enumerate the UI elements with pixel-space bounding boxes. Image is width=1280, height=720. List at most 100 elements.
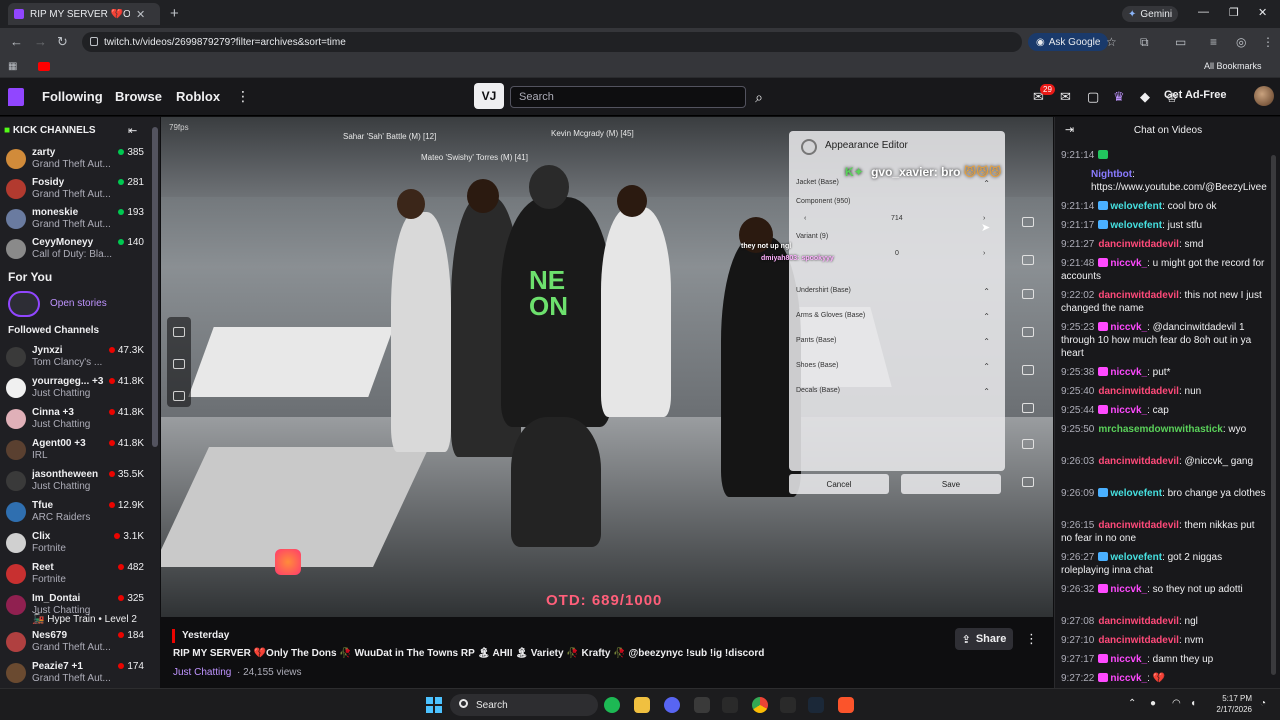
chat-username[interactable]: niccvk_ [1110, 405, 1147, 416]
category-icon[interactable] [1022, 289, 1034, 299]
search-input[interactable] [510, 86, 746, 108]
nav-roblox[interactable]: Roblox [176, 89, 220, 104]
url-bar[interactable]: twitch.tv/videos/2699879279?filter=archi… [82, 32, 1022, 52]
twitch-logo-icon[interactable] [8, 88, 24, 106]
editor-row-pants[interactable]: Pants (Base) ⌃ [796, 337, 996, 346]
followed-channel-item[interactable]: yourrageg... +3 Just Chatting 41.8K [0, 374, 160, 404]
file-explorer-icon[interactable] [634, 697, 650, 713]
editor-row-undershirt[interactable]: Undershirt (Base) ⌃ [796, 287, 996, 296]
kick-channel-item[interactable]: CeyyMoneyy Call of Duty: Bla... 140 [0, 235, 160, 265]
epic-games-icon[interactable] [722, 697, 738, 713]
followed-channel-item[interactable]: Peazie7 +1 Grand Theft Aut... 174 [0, 659, 160, 688]
chrome-icon[interactable] [752, 697, 768, 713]
kick-channel-item[interactable]: Fosidy Grand Theft Aut... 281 [0, 175, 160, 205]
get-ad-free-button[interactable]: Get Ad-Free [1164, 89, 1227, 101]
followed-channel-item[interactable]: jasontheween Just Chatting 35.5K [0, 467, 160, 497]
chat-username[interactable]: niccvk_ [1110, 584, 1147, 595]
apps-grid-icon[interactable]: ▦ [8, 61, 17, 72]
minimize-icon[interactable]: — [1198, 6, 1209, 18]
youtube-bookmark-icon[interactable] [38, 62, 50, 71]
chat-username[interactable]: dancinwitdadevil [1098, 616, 1179, 627]
editor-row-decals[interactable]: Decals (Base) ⌃ [796, 387, 996, 396]
followed-channel-item[interactable]: Tfue ARC Raiders 12.9K [0, 498, 160, 528]
chat-scrollbar[interactable] [1271, 155, 1276, 675]
followed-channel-item[interactable]: Jynxzi Tom Clancy's ... 47.3K [0, 343, 160, 373]
site-info-icon[interactable] [90, 37, 98, 46]
category-icon[interactable] [1022, 403, 1034, 413]
category-icon[interactable] [1022, 217, 1034, 227]
chat-username[interactable]: dancinwitdadevil [1098, 386, 1179, 397]
editor-row-arms[interactable]: Arms & Gloves (Base) ⌃ [796, 312, 996, 321]
kick-channel-item[interactable]: zarty Grand Theft Aut... 385 [0, 145, 160, 175]
chat-username[interactable]: welovefent [1110, 552, 1162, 563]
followed-channel-item[interactable]: Clix Fortnite 3.1K [0, 529, 160, 559]
editor-row-jacket[interactable]: Jacket (Base) ⌃ [796, 179, 996, 188]
chat-username[interactable]: dancinwitdadevil [1098, 520, 1179, 531]
chat-username[interactable]: dancinwitdadevil [1098, 290, 1179, 301]
chat-username[interactable]: welovefent [1110, 220, 1162, 231]
restore-icon[interactable]: ❐ [1229, 6, 1239, 19]
prime-loot-icon[interactable]: ♛ [1113, 89, 1125, 105]
tray-app-icon[interactable]: ● [1150, 698, 1156, 709]
nav-browse[interactable]: Browse [115, 89, 162, 104]
chat-username[interactable]: dancinwitdadevil [1098, 635, 1179, 646]
gemini-button[interactable]: ✦ Gemini [1122, 6, 1179, 22]
all-bookmarks-link[interactable]: All Bookmarks [1204, 61, 1262, 71]
bookmark-star-icon[interactable]: ☆ [1106, 35, 1117, 49]
bits-icon[interactable]: ◆ [1140, 89, 1150, 105]
app-icon[interactable] [694, 697, 710, 713]
notification-bell-icon[interactable]: ◔ [1260, 698, 1266, 709]
variant-next-icon[interactable]: › [983, 250, 985, 257]
brave-icon[interactable] [838, 697, 854, 713]
new-tab-icon[interactable]: + [170, 5, 179, 22]
category-icon[interactable] [1022, 327, 1034, 337]
category-icon[interactable] [1022, 365, 1034, 375]
category-link[interactable]: Just Chatting [173, 667, 231, 678]
chat-username[interactable]: Nightbot [1091, 169, 1132, 180]
activity-feed-icon[interactable]: ▢ [1087, 89, 1099, 105]
followed-channel-item[interactable]: Nes679 Grand Theft Aut... 184 [0, 628, 160, 658]
chat-username[interactable]: dancinwitdadevil [1098, 456, 1179, 467]
editor-row-shoes[interactable]: Shoes (Base) ⌃ [796, 362, 996, 371]
volume-icon[interactable]: ◖ [1190, 698, 1196, 709]
close-tab-icon[interactable]: ✕ [136, 8, 145, 21]
wifi-icon[interactable]: ◠ [1172, 698, 1181, 709]
component-prev-icon[interactable]: ‹ [804, 215, 806, 222]
steam-icon[interactable] [808, 697, 824, 713]
chat-username[interactable]: niccvk_ [1110, 322, 1147, 333]
chat-username[interactable]: mrchasemdownwithastick [1098, 424, 1222, 435]
more-options-icon[interactable]: ⋮ [236, 88, 250, 105]
collapse-sidebar-icon[interactable]: ⇤ [128, 124, 137, 137]
user-avatar[interactable] [1254, 86, 1274, 106]
category-icon[interactable] [1022, 255, 1034, 265]
followed-channel-item[interactable]: Reet Fortnite 482 [0, 560, 160, 590]
editor-cancel-button[interactable]: Cancel [789, 474, 889, 494]
chat-username[interactable]: welovefent [1110, 488, 1162, 499]
clothing-icon[interactable] [1022, 439, 1034, 449]
sidebar-scroll-thumb[interactable] [152, 127, 158, 447]
forward-arrow-icon[interactable]: → [34, 34, 47, 49]
back-arrow-icon[interactable]: ← [10, 34, 23, 49]
tray-chevron-icon[interactable]: ⌃ [1128, 698, 1136, 709]
sidepanel-icon[interactable]: ▭ [1175, 35, 1186, 49]
whispers-icon[interactable]: ✉ [1060, 89, 1071, 105]
spotify-icon[interactable] [604, 697, 620, 713]
browser-tab[interactable]: RIP MY SERVER 💔Only The ✕ [8, 3, 160, 25]
open-stories-button[interactable]: Open stories [6, 291, 156, 317]
chat-username[interactable]: welovefent [1110, 201, 1162, 212]
windows-start-icon[interactable] [426, 697, 442, 713]
followed-channel-item[interactable]: Cinna +3 Just Chatting 41.8K [0, 405, 160, 435]
chrome-menu-icon[interactable]: ⋮ [1262, 35, 1274, 49]
more-options-icon[interactable]: ⋮ [1025, 631, 1038, 647]
sidebar-scrollbar[interactable] [152, 117, 158, 688]
nav-following[interactable]: Following [42, 89, 103, 104]
chat-username[interactable]: niccvk_ [1110, 258, 1147, 269]
video-player[interactable]: NE ON 79fps Sahar 'Sah' Battle (M) [12] M… [161, 117, 1053, 617]
accessories-icon[interactable] [1022, 477, 1034, 487]
editor-save-button[interactable]: Save [901, 474, 1001, 494]
followed-channel-item[interactable]: Agent00 +3 IRL 41.8K [0, 436, 160, 466]
reload-icon[interactable]: ↻ [57, 34, 68, 50]
ask-google-button[interactable]: ◉ Ask Google [1028, 33, 1109, 51]
taskbar-search[interactable]: Search [450, 694, 598, 716]
chat-username[interactable]: niccvk_ [1110, 673, 1147, 684]
